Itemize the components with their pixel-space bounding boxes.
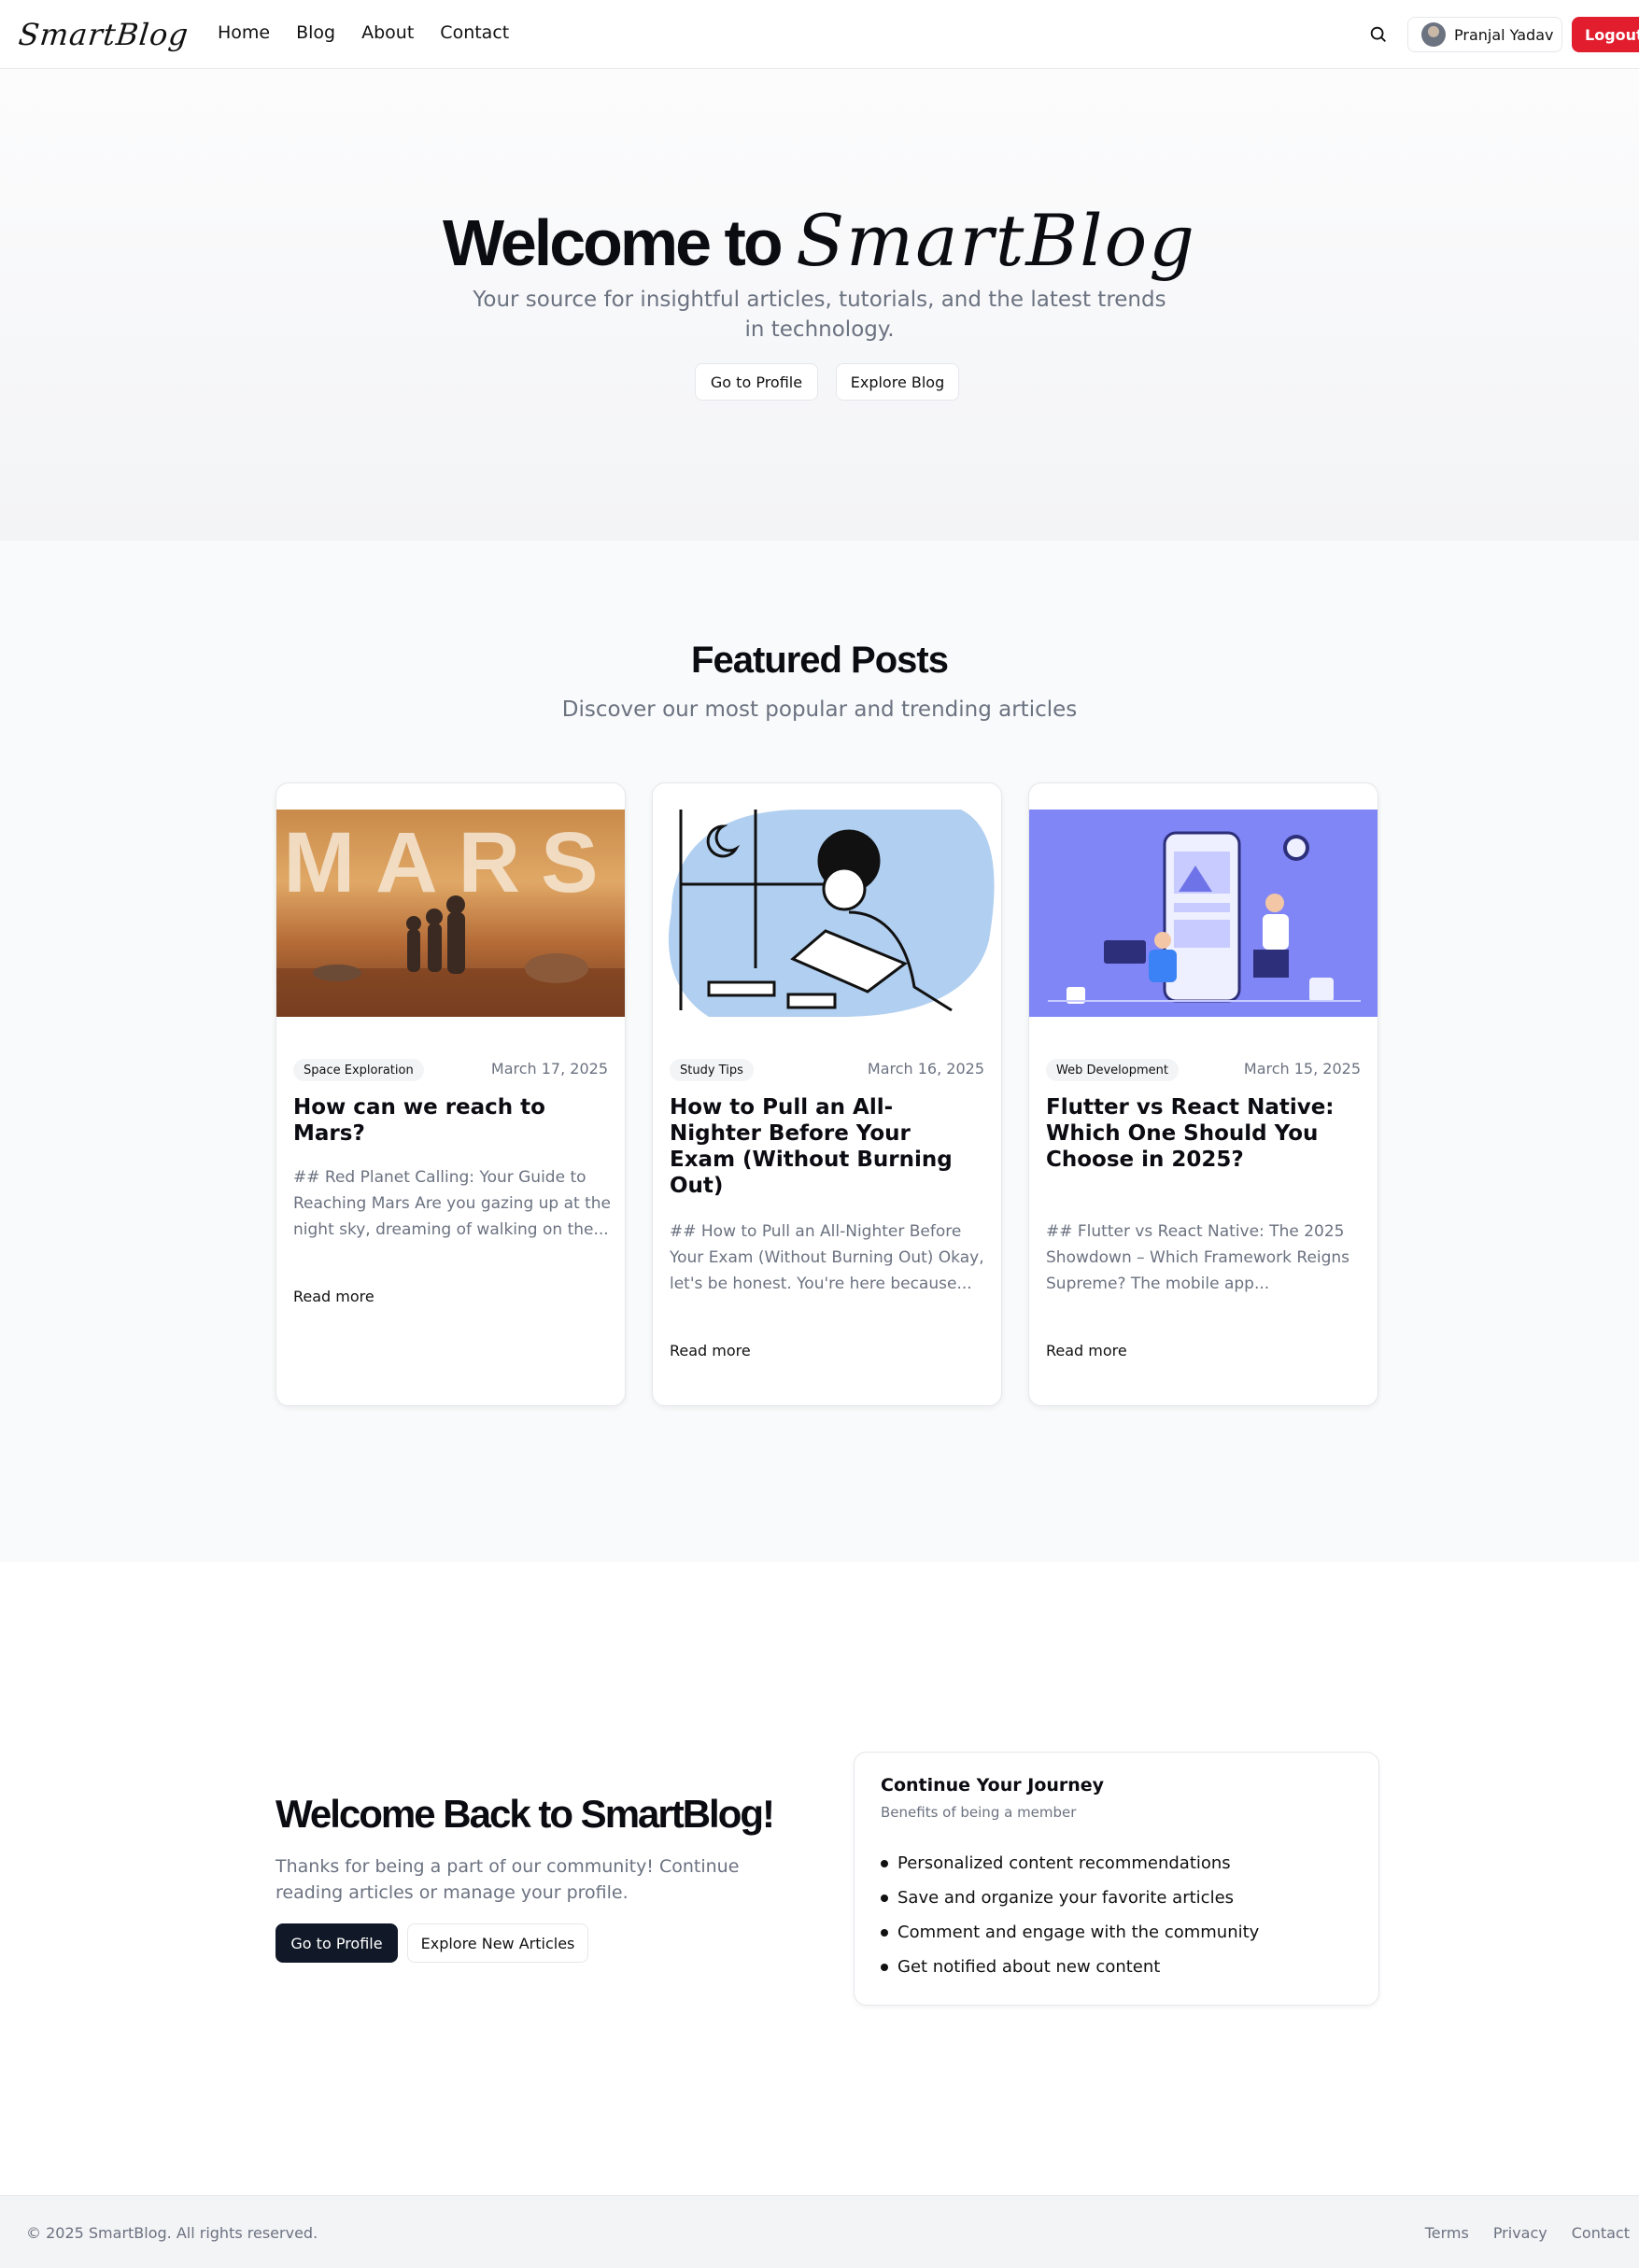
- post-card-flutter[interactable]: Web Development March 15, 2025 Flutter v…: [1028, 782, 1378, 1406]
- welcome-text: Thanks for being a part of our community…: [276, 1856, 740, 1903]
- site-logo[interactable]: SmartBlog: [17, 17, 191, 52]
- post-title[interactable]: Flutter vs React Native: Which One Shoul…: [1046, 1094, 1359, 1173]
- journey-card: Continue Your Journey Benefits of being …: [854, 1752, 1379, 2006]
- footer-contact-link[interactable]: Contact: [1572, 2224, 1630, 2242]
- benefit-text: Get notified about new content: [897, 1957, 1161, 1977]
- list-item: Save and organize your favorite articles: [881, 1881, 1259, 1915]
- list-item: Comment and engage with the community: [881, 1915, 1259, 1950]
- avatar: [1421, 22, 1446, 47]
- post-card-study[interactable]: Study Tips March 16, 2025 How to Pull an…: [652, 782, 1002, 1406]
- read-more-link[interactable]: Read more: [293, 1288, 374, 1305]
- copyright-text: © 2025 SmartBlog. All rights reserved.: [26, 2224, 318, 2242]
- journey-title: Continue Your Journey: [881, 1775, 1105, 1796]
- bullet-icon: [881, 1963, 888, 1971]
- post-category-badge: Study Tips: [670, 1059, 754, 1081]
- featured-subtitle: Discover our most popular and trending a…: [561, 697, 1078, 722]
- footer-links: Terms Privacy Contact: [1425, 2224, 1630, 2242]
- footer-terms-link[interactable]: Terms: [1425, 2224, 1469, 2242]
- post-excerpt: ## Red Planet Calling: Your Guide to Rea…: [293, 1168, 611, 1239]
- nav-about-link[interactable]: About: [361, 22, 414, 43]
- post-date: March 17, 2025: [490, 1060, 608, 1078]
- benefit-text: Personalized content recommendations: [897, 1853, 1231, 1873]
- nav-home-link[interactable]: Home: [218, 22, 270, 43]
- post-card-mars[interactable]: MARS Space Exploration March 17, 2025 Ho…: [276, 782, 626, 1406]
- site-footer: © 2025 SmartBlog. All rights reserved. T…: [0, 2195, 1639, 2268]
- welcome-title: Welcome Back to SmartBlog!: [276, 1792, 775, 1836]
- hero-go-to-profile-button[interactable]: Go to Profile: [695, 363, 818, 401]
- post-category-badge: Space Exploration: [293, 1059, 424, 1081]
- read-more-link[interactable]: Read more: [670, 1342, 751, 1359]
- benefit-text: Comment and engage with the community: [897, 1923, 1260, 1942]
- footer-privacy-link[interactable]: Privacy: [1493, 2224, 1547, 2242]
- hero-subtitle: Your source for insightful articles, tut…: [473, 288, 1166, 342]
- benefit-text: Save and organize your favorite articles: [897, 1888, 1235, 1908]
- post-excerpt: ## Flutter vs React Native: The 2025 Sho…: [1046, 1222, 1350, 1293]
- study-post-image: [653, 810, 1001, 1017]
- list-item: Get notified about new content: [881, 1950, 1259, 1984]
- hero-title-brand: SmartBlog: [796, 199, 1196, 282]
- nav-blog-link[interactable]: Blog: [296, 22, 335, 43]
- post-excerpt: ## How to Pull an All-Nighter Before You…: [670, 1222, 984, 1293]
- read-more-link[interactable]: Read more: [1046, 1342, 1127, 1359]
- benefits-list: Personalized content recommendations Sav…: [881, 1846, 1259, 1984]
- post-date: March 16, 2025: [867, 1060, 984, 1078]
- bullet-icon: [881, 1928, 888, 1937]
- welcome-back-section: Welcome Back to SmartBlog! Thanks for be…: [0, 1562, 1639, 2195]
- search-icon[interactable]: [1368, 24, 1389, 45]
- post-date: March 15, 2025: [1243, 1060, 1361, 1078]
- journey-subtitle: Benefits of being a member: [881, 1804, 1077, 1821]
- featured-posts-section: Featured Posts Discover our most popular…: [0, 541, 1639, 1562]
- bullet-icon: [881, 1894, 888, 1902]
- post-title[interactable]: How to Pull an All-Nighter Before Your E…: [670, 1094, 982, 1199]
- logout-button[interactable]: Logout: [1572, 17, 1639, 52]
- hero-explore-blog-button[interactable]: Explore Blog: [836, 363, 959, 401]
- post-category-badge: Web Development: [1046, 1059, 1179, 1081]
- welcome-go-to-profile-button[interactable]: Go to Profile: [276, 1923, 398, 1963]
- hero-title: Welcome to SmartBlog: [0, 199, 1639, 282]
- user-name: Pranjal Yadav: [1454, 25, 1554, 44]
- mars-image-text: MARS: [284, 815, 619, 910]
- hero-section: Welcome to SmartBlog Your source for ins…: [0, 70, 1639, 541]
- bullet-icon: [881, 1859, 888, 1867]
- list-item: Personalized content recommendations: [881, 1846, 1259, 1881]
- top-navbar: SmartBlog Home Blog About Contact Pranja…: [0, 0, 1639, 69]
- hero-title-prefix: Welcome to: [443, 206, 784, 279]
- featured-title: Featured Posts: [691, 640, 949, 681]
- webdev-post-image: [1029, 810, 1378, 1017]
- user-menu-button[interactable]: Pranjal Yadav: [1407, 17, 1562, 52]
- nav-contact-link[interactable]: Contact: [440, 22, 509, 43]
- post-title[interactable]: How can we reach to Mars?: [293, 1094, 606, 1147]
- main-menu: Home Blog About Contact: [218, 22, 509, 43]
- explore-new-articles-button[interactable]: Explore New Articles: [407, 1923, 588, 1963]
- mars-post-image: MARS: [276, 810, 625, 1017]
